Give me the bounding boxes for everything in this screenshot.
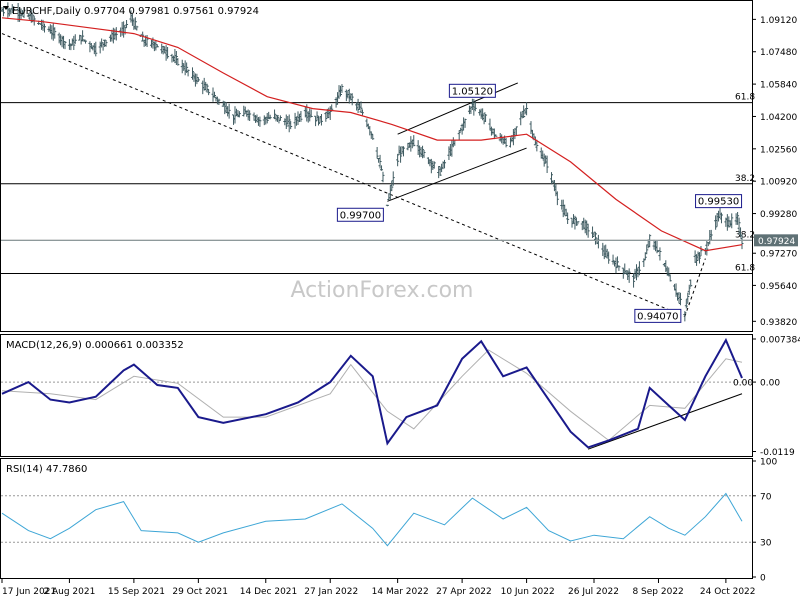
macd-panel-header: MACD(12,26,9) 0.000661 0.003352 bbox=[6, 340, 184, 351]
rsi-y-tick-label: 0 bbox=[760, 574, 766, 584]
price-callout-label: 0.99700 bbox=[340, 210, 381, 221]
price-y-tick-label: 1.00920 bbox=[760, 178, 797, 188]
x-tick-label: 8 Sep 2022 bbox=[632, 587, 683, 597]
x-tick-label: 24 Oct 2022 bbox=[700, 587, 756, 597]
current-price-label: 0.97924 bbox=[758, 237, 795, 247]
rsi-panel-frame bbox=[0, 458, 753, 579]
rsi-panel-header: RSI(14) 47.7860 bbox=[6, 464, 87, 475]
x-tick-label: 27 Apr 2022 bbox=[436, 587, 492, 597]
fib-level-label: 61.8 bbox=[735, 93, 755, 103]
x-tick-label: 29 Oct 2021 bbox=[172, 587, 228, 597]
watermark: ActionForex.com bbox=[291, 278, 474, 303]
price-panel-header: EURCHF,Daily 0.97704 0.97981 0.97561 0.9… bbox=[12, 6, 259, 17]
x-tick-label: 2 Aug 2021 bbox=[43, 587, 95, 597]
eurchf-chart: ActionForex.com 61.8 38.2 38.2 61.8 1.05120 0… bbox=[0, 0, 800, 597]
x-tick-label: 10 Jun 2022 bbox=[501, 587, 555, 597]
rsi-y-tick-label: 70 bbox=[760, 492, 772, 502]
price-y-tick-label: 0.99280 bbox=[760, 210, 797, 220]
price-y-tick-label: 1.04200 bbox=[760, 113, 797, 123]
rsi-y-tick-label: 100 bbox=[760, 458, 777, 468]
price-y-tick-label: 1.02560 bbox=[760, 145, 797, 155]
macd-y-tick-label: 0.007384 bbox=[760, 336, 800, 346]
x-tick-label: 27 Jan 2022 bbox=[304, 587, 358, 597]
x-tick-label: 14 Dec 2021 bbox=[240, 587, 298, 597]
x-tick-label: 26 Jul 2022 bbox=[568, 587, 619, 597]
x-tick-label: 14 Mar 2022 bbox=[372, 587, 429, 597]
macd-y-tick-label: -0.0119 bbox=[760, 448, 795, 458]
rsi-y-tick-label: 30 bbox=[760, 539, 772, 549]
price-y-tick-label: 1.07480 bbox=[760, 48, 797, 58]
price-y-tick-label: 0.97270 bbox=[760, 250, 797, 260]
fib-level-label: 38.2 bbox=[735, 230, 755, 240]
price-y-tick-label: 0.93820 bbox=[760, 318, 797, 328]
price-callout-label: 0.99530 bbox=[698, 197, 739, 208]
price-callout-label: 0.94070 bbox=[637, 311, 678, 322]
price-callout-label: 1.05120 bbox=[452, 86, 493, 97]
macd-current-value: 0.00 bbox=[733, 379, 753, 389]
macd-y-tick-label: 0.00 bbox=[760, 379, 780, 389]
price-y-tick-label: 1.09120 bbox=[760, 16, 797, 26]
x-tick-label: 15 Sep 2021 bbox=[108, 587, 165, 597]
price-y-tick-label: 0.95640 bbox=[760, 282, 797, 292]
fib-level-label: 61.8 bbox=[735, 264, 755, 274]
price-y-tick-label: 1.05840 bbox=[760, 81, 797, 91]
fib-level-label: 38.2 bbox=[735, 174, 755, 184]
